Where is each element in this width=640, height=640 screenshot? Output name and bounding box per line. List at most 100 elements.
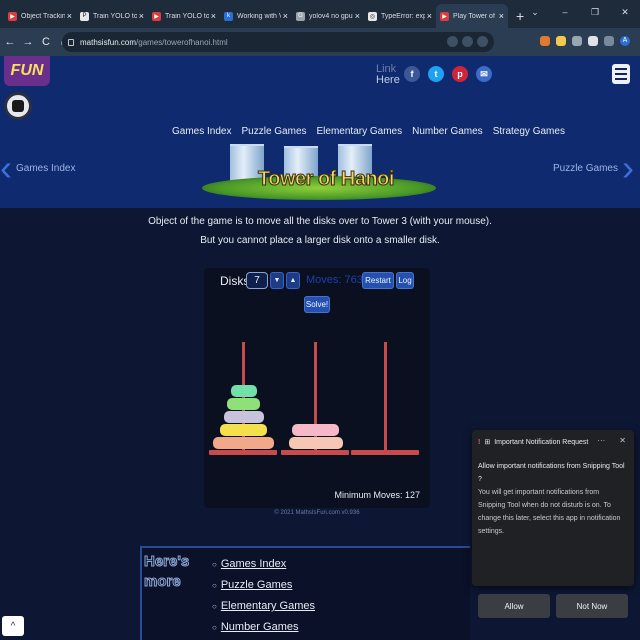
increase-disks-button[interactable]: ▲ [286, 272, 300, 289]
not-now-button[interactable]: Not Now [556, 594, 628, 618]
tab-close-icon[interactable]: × [355, 11, 360, 21]
forward-button[interactable]: → [20, 36, 36, 48]
more-games-link[interactable]: ○ Puzzle Games [212, 575, 315, 596]
log-button[interactable]: Log [396, 272, 414, 289]
facebook-icon[interactable]: f [404, 66, 420, 82]
tab-label: Train YOLO to det [165, 12, 209, 20]
email-icon[interactable]: ✉ [476, 66, 492, 82]
browser-tab[interactable]: Gyolov4 no gpu - T× [292, 4, 364, 28]
tower-base[interactable] [281, 450, 349, 455]
tower-base[interactable] [209, 450, 277, 455]
pinterest-icon[interactable]: p [452, 66, 468, 82]
bullet-icon: ○ [212, 560, 217, 569]
notification-title: Important Notification Request [494, 438, 589, 446]
alert-icon: ! [478, 438, 481, 446]
snipping-tool-icon: ⊞ [484, 439, 491, 446]
hanoi-disk[interactable] [213, 437, 274, 449]
tab-close-icon[interactable]: × [499, 11, 504, 21]
game-instructions: Object of the game is to move all the di… [0, 212, 640, 250]
nav-link[interactable]: Games Index [172, 126, 231, 137]
bullet-icon: ○ [212, 581, 217, 590]
browser-menu-icon[interactable]: ⋮ [636, 36, 640, 46]
restart-button[interactable]: Restart [362, 272, 394, 289]
browser-tab[interactable]: ▶ Play Tower of Han× [436, 4, 508, 28]
solve-button[interactable]: Solve! [304, 296, 330, 313]
browser-tab[interactable]: ▶ Train YOLO to det× [148, 4, 220, 28]
tab-favicon-icon: ▶ [440, 11, 449, 21]
tower-base[interactable] [351, 450, 419, 455]
instructions-line1: Object of the game is to move all the di… [148, 216, 492, 227]
site-logo[interactable]: FUN [4, 56, 50, 86]
page-title: Tower of Hanoi [258, 168, 395, 191]
tab-close-icon[interactable]: × [283, 11, 288, 21]
notification-actions: ··· ✕ [597, 436, 626, 445]
address-bar[interactable]: mathsisfun.com /games/towerofhanoi.html [62, 32, 494, 52]
tab-label: yolov4 no gpu - T [309, 12, 353, 20]
scroll-to-top-button[interactable]: ^ [2, 616, 24, 636]
sidebar-icon[interactable] [604, 36, 614, 46]
link-here[interactable]: Link Here [376, 64, 400, 86]
puzzle-extensions-icon[interactable] [588, 36, 598, 46]
chevron-left-icon: ‹ [0, 147, 12, 188]
tab-favicon-icon: P [80, 11, 89, 21]
close-icon[interactable]: ✕ [619, 436, 626, 445]
bookmark-star-icon[interactable] [477, 36, 488, 47]
more-games-links: ○ Games Index ○ Puzzle Games ○ Elementary Gam… [212, 554, 315, 638]
minimum-moves: Minimum Moves: 127 [334, 490, 420, 500]
url-path: /games/towerofhanoi.html [136, 37, 228, 47]
more-games-link[interactable]: ○ Number Games [212, 617, 315, 638]
nav-link[interactable]: Number Games [412, 126, 483, 137]
extension-icon[interactable] [556, 36, 566, 46]
bullet-icon: ○ [212, 623, 217, 632]
tab-close-icon[interactable]: × [427, 11, 432, 21]
browser-tab-bar: ▶Object Tracking fr×PTrain YOLO to det×▶… [0, 0, 640, 28]
more-options-icon[interactable]: ··· [597, 436, 605, 445]
more-games-link[interactable]: ○ Elementary Games [212, 596, 315, 617]
twitter-icon[interactable]: t [428, 66, 444, 82]
hamburger-menu-icon[interactable] [612, 64, 630, 84]
browser-tab[interactable]: k Working with Vide× [220, 4, 292, 28]
prev-page-link[interactable]: ‹ Games Index [0, 148, 75, 188]
lock-icon[interactable] [68, 38, 74, 46]
hanoi-disk[interactable] [292, 424, 339, 436]
close-window-button[interactable]: ✕ [610, 0, 640, 24]
dice-icon[interactable] [4, 92, 32, 120]
tab-close-icon[interactable]: × [211, 11, 216, 21]
browser-tab[interactable]: ▶ Object Tracking fr× [4, 4, 76, 28]
maximize-button[interactable]: ❐ [580, 0, 610, 24]
share-icon[interactable] [462, 36, 473, 47]
disk-count-input[interactable]: 7 [246, 272, 268, 289]
google-lens-icon[interactable] [447, 36, 458, 47]
tab-close-icon[interactable]: × [67, 11, 72, 21]
hanoi-disk[interactable] [220, 424, 267, 436]
hanoi-game-panel: Disks: 7 ▼ ▲ Moves: 763 Restart Log Solv… [204, 268, 430, 508]
back-button[interactable]: ← [2, 36, 18, 48]
url-domain: mathsisfun.com [80, 37, 137, 47]
extension-icon[interactable] [572, 36, 582, 46]
tab-close-icon[interactable]: × [139, 11, 144, 21]
tab-search-icon[interactable]: ⌄ [520, 0, 550, 24]
more-games-link-label: Puzzle Games [220, 579, 293, 591]
tower-peg[interactable] [384, 342, 387, 450]
hanoi-disk[interactable] [230, 385, 257, 397]
browser-tab[interactable]: ◎ TypeError: expecte× [364, 4, 436, 28]
minimize-button[interactable]: – [550, 0, 580, 24]
next-page-label: Puzzle Games [552, 162, 618, 174]
hanoi-disk[interactable] [288, 437, 343, 449]
hanoi-disk[interactable] [227, 398, 260, 410]
browser-tab[interactable]: P Train YOLO to det× [76, 4, 148, 28]
extension-icon[interactable] [540, 36, 550, 46]
nav-link[interactable]: Strategy Games [493, 126, 565, 137]
hanoi-disk[interactable] [223, 411, 264, 423]
nav-link[interactable]: Puzzle Games [241, 126, 306, 137]
chevron-right-icon: › [622, 147, 634, 188]
next-page-link[interactable]: Puzzle Games › [553, 148, 634, 188]
reload-button[interactable]: C [38, 36, 54, 48]
more-games-title: Here's more [143, 552, 189, 592]
profile-avatar[interactable]: A [620, 36, 630, 46]
moves-counter: Moves: 763 [306, 274, 363, 286]
more-games-link[interactable]: ○ Games Index [212, 554, 315, 575]
decrease-disks-button[interactable]: ▼ [270, 272, 284, 289]
nav-link[interactable]: Elementary Games [317, 126, 403, 137]
allow-button[interactable]: Allow [478, 594, 550, 618]
